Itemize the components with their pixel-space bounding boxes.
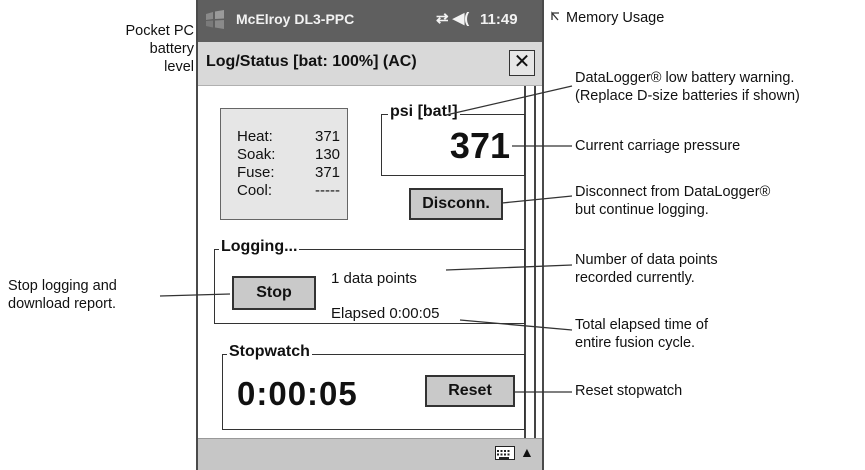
annotation-carriage-pressure: Current carriage pressure (575, 138, 741, 154)
reset-button[interactable]: Reset (425, 375, 515, 407)
elapsed-time: Elapsed 0:00:05 (331, 305, 440, 322)
memory-leader (551, 11, 559, 21)
annotation-stop: Stop logging and download report. (8, 278, 117, 312)
stop-button[interactable]: Stop (232, 276, 316, 310)
annotation-reset: Reset stopwatch (575, 383, 683, 399)
logging-group: Logging... Stop 1 data points Elapsed 0:… (214, 238, 525, 324)
app-title: McElroy DL3-PPC (236, 11, 355, 27)
input-menu-arrow-icon[interactable]: ▲ (520, 444, 534, 460)
pressure-value: 371 (449, 125, 510, 166)
annotation-data-points: Number of data points recorded currently… (575, 252, 718, 286)
connectivity-volume-icons[interactable]: ⇄ ◀( (436, 9, 469, 27)
stage-label: Soak: (237, 146, 276, 163)
windows-flag-icon[interactable] (204, 10, 226, 30)
stopwatch-group: Stopwatch 0:00:05 Reset (222, 343, 525, 430)
keyboard-icon[interactable] (495, 446, 515, 460)
disconnect-button[interactable]: Disconn. (409, 188, 503, 220)
stage-value: 371 (315, 128, 341, 145)
log-status-panel: Heat: 371 Soak: 130 Fuse: 371 Cool: ----… (198, 86, 542, 438)
stage-values-box: Heat: 371 Soak: 130 Fuse: 371 Cool: ----… (220, 108, 348, 220)
clock[interactable]: 11:49 (480, 11, 518, 28)
scroll-divider (534, 86, 536, 438)
logging-legend: Logging... (219, 238, 300, 256)
annotation-low-battery: DataLogger® low battery warning. (Replac… (575, 70, 800, 104)
pocket-pc-screen: McElroy DL3-PPC ⇄ ◀( 11:49 Log/Status [b… (196, 0, 544, 470)
stage-label: Cool: (237, 182, 273, 199)
stage-label: Fuse: (237, 164, 275, 181)
pressure-legend: psi [bat!] (388, 103, 460, 121)
data-points-count: 1 data points (331, 270, 417, 287)
annotation-disconnect: Disconnect from DataLogger® but continue… (575, 184, 771, 218)
stage-value: ----- (315, 182, 340, 199)
pressure-box: psi [bat!] 371 (381, 103, 525, 176)
stopwatch-value: 0:00:05 (237, 375, 358, 412)
stage-label: Heat: (237, 128, 273, 145)
window-title: Log/Status [bat: 100%] (AC) (206, 53, 417, 70)
annotation-memory-usage: Memory Usage (566, 10, 665, 26)
taskbar: McElroy DL3-PPC ⇄ ◀( 11:49 (198, 0, 542, 42)
stage-value: 130 (315, 146, 341, 163)
window-caption: Log/Status [bat: 100%] (AC) ✕ (198, 42, 542, 86)
stage-value: 371 (315, 164, 341, 181)
menu-bar: ▲ (198, 438, 542, 470)
annotation-elapsed: Total elapsed time of entire fusion cycl… (575, 317, 708, 351)
close-button[interactable]: ✕ (509, 50, 535, 76)
annotation-battery-level: Pocket PC battery level (125, 23, 195, 75)
stopwatch-legend: Stopwatch (227, 343, 312, 361)
